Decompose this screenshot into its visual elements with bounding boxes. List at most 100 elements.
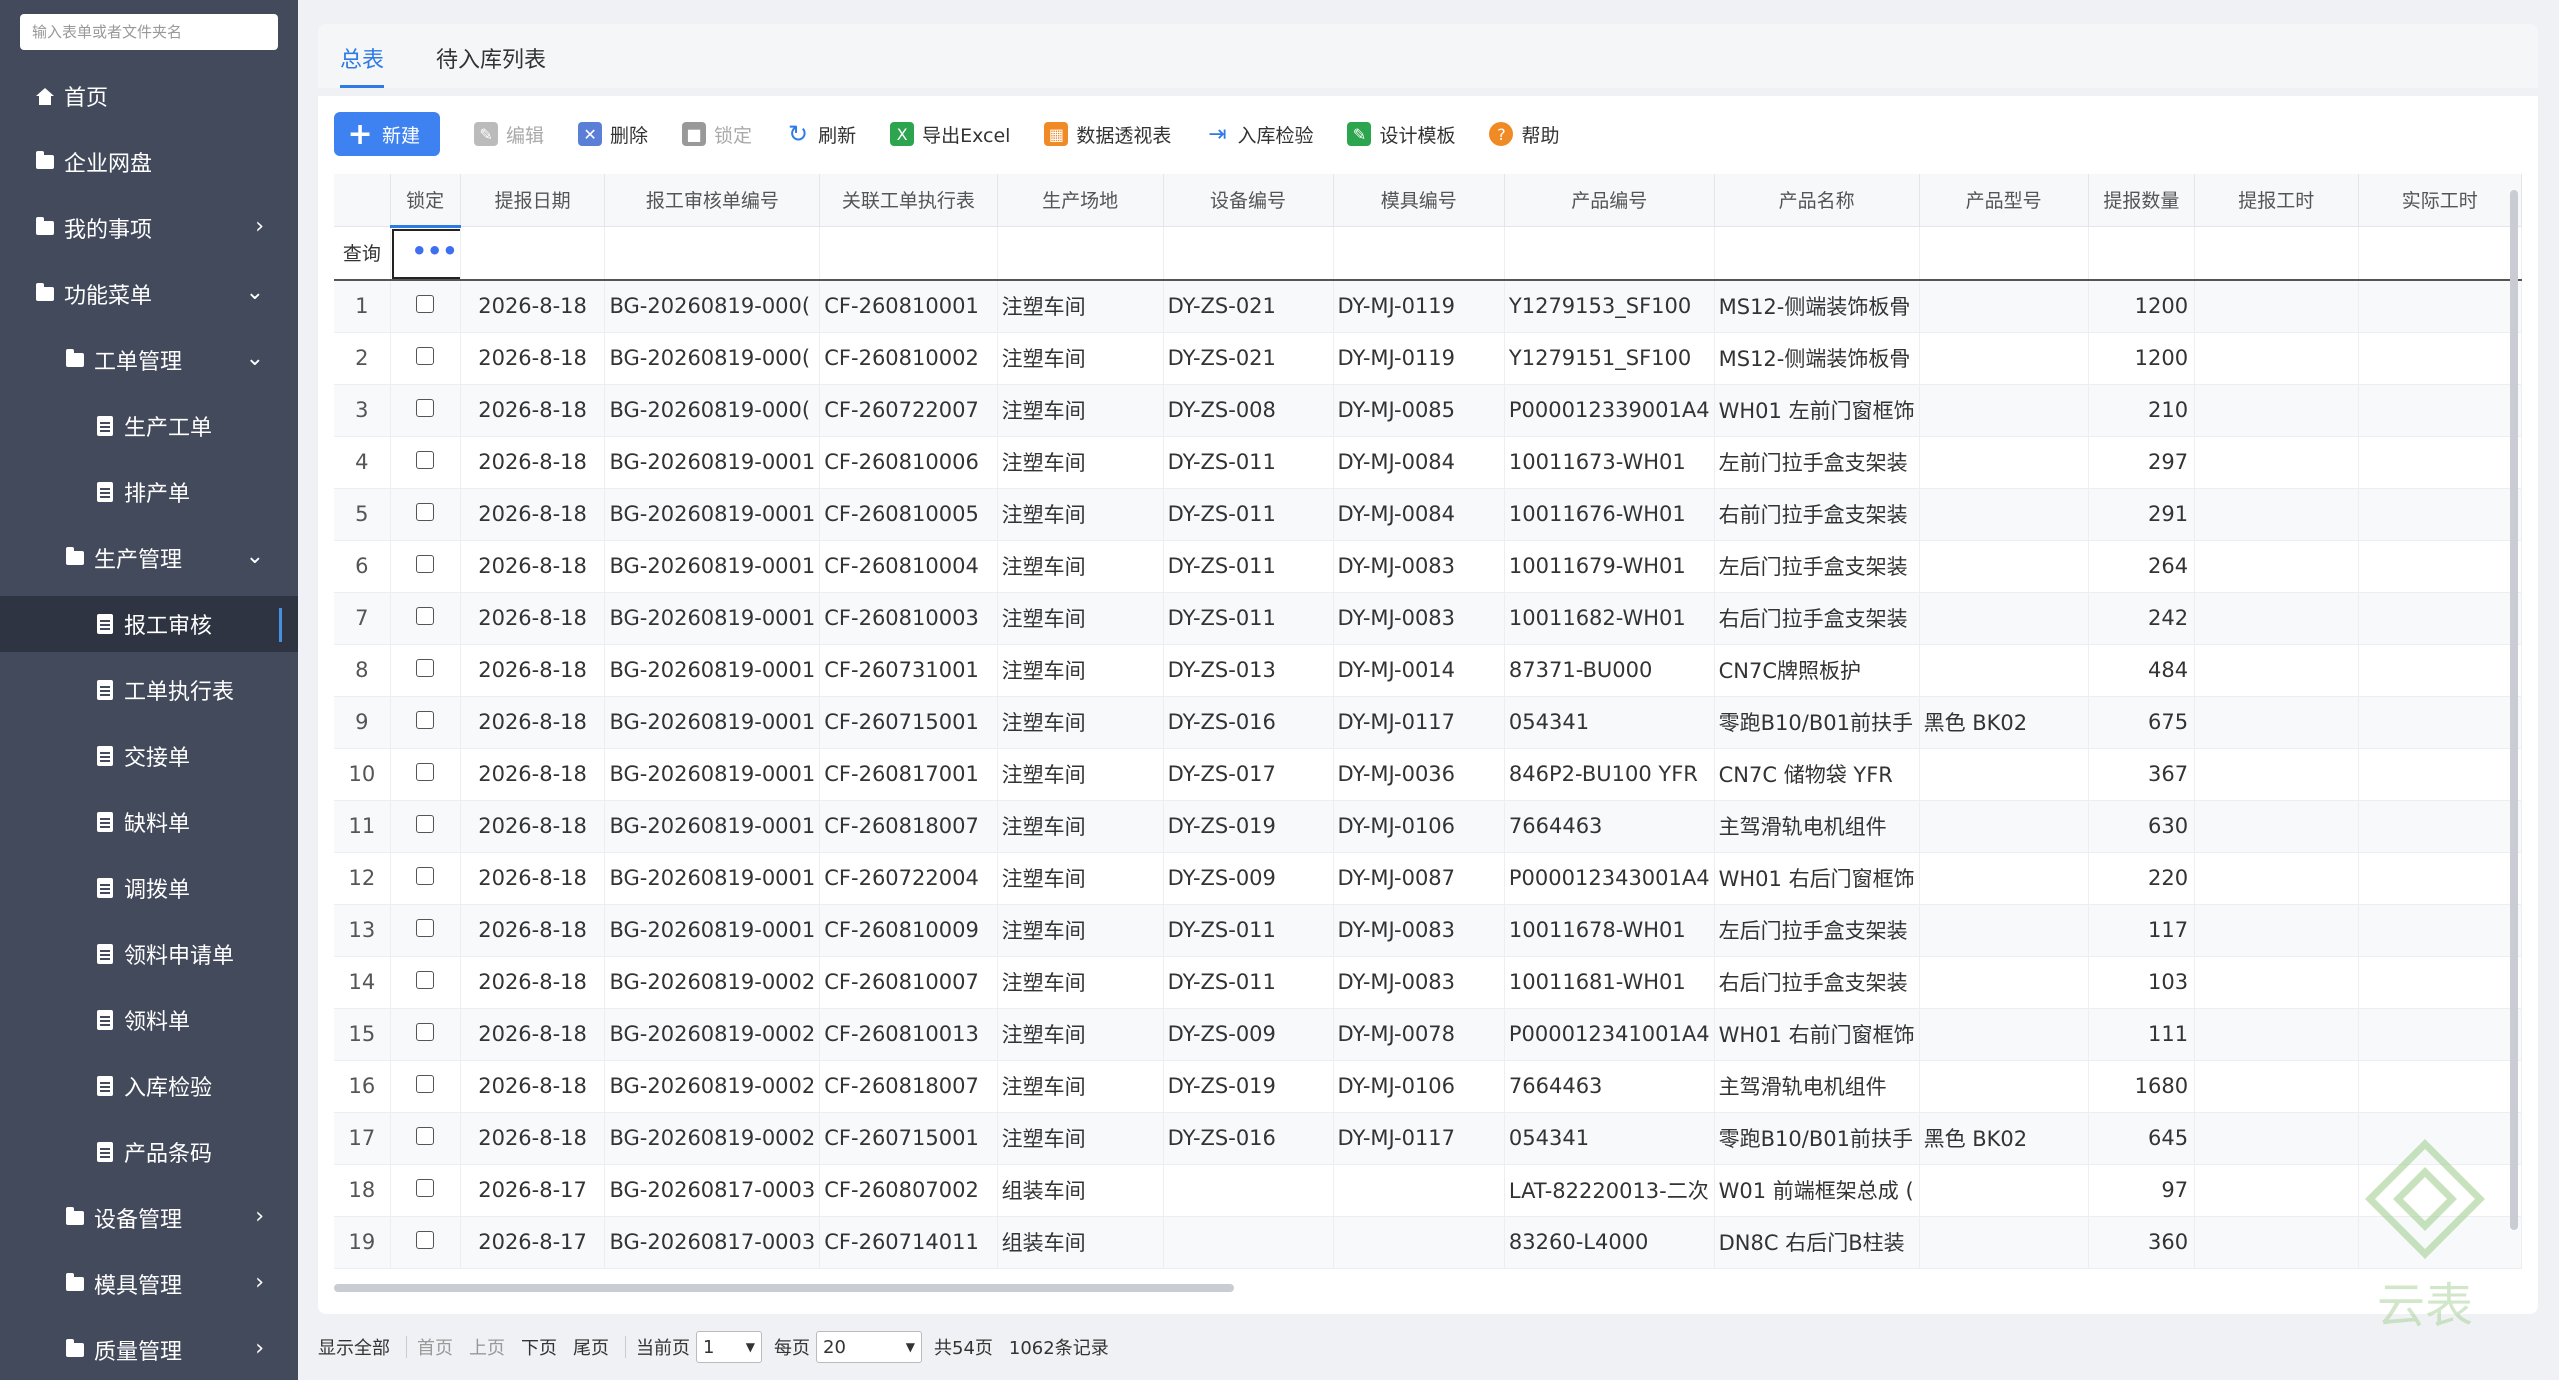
equipment-cell[interactable]: DY-ZS-021 <box>1163 280 1334 333</box>
more-options-button[interactable]: ••• <box>391 228 460 278</box>
product-name-cell[interactable]: W01 前端框架总成 ( <box>1714 1164 1920 1217</box>
quantity-cell[interactable]: 1680 <box>2088 1060 2196 1113</box>
quantity-cell[interactable]: 111 <box>2088 1008 2196 1061</box>
query-cell[interactable] <box>1163 226 1334 281</box>
work-order-cell[interactable]: CF-260817001 <box>819 748 998 801</box>
product-model-cell[interactable] <box>1919 1008 2089 1061</box>
product-name-cell[interactable]: 左前门拉手盒支架装 <box>1714 436 1920 489</box>
tab-summary[interactable]: 总表 <box>340 42 385 88</box>
query-cell[interactable] <box>1919 226 2089 281</box>
delete-button[interactable]: ✕ 删除 <box>578 112 648 156</box>
table-row[interactable]: 9 2026-8-18 BG-20260819-0001 CF-260715001 注塑… <box>334 696 2522 749</box>
reported-hours-cell[interactable] <box>2194 592 2359 645</box>
product-code-cell[interactable]: 846P2-BU100 YFR <box>1504 748 1715 801</box>
product-code-cell[interactable]: P000012339001A4 <box>1504 384 1715 437</box>
lock-cell[interactable] <box>390 488 461 541</box>
lock-cell[interactable] <box>390 540 461 593</box>
reported-hours-cell[interactable] <box>2194 280 2359 333</box>
reported-hours-cell[interactable] <box>2194 800 2359 853</box>
report-number-cell[interactable]: BG-20260819-0001 <box>604 436 821 489</box>
work-order-cell[interactable]: CF-260810009 <box>819 904 998 957</box>
work-order-cell[interactable]: CF-260810001 <box>819 280 998 333</box>
nav-warehouse-inspection[interactable]: 入库检验 <box>0 1058 298 1114</box>
lock-checkbox[interactable] <box>416 503 435 521</box>
product-name-cell[interactable]: 右后门拉手盒支架装 <box>1714 592 1920 645</box>
first-page-button[interactable]: 首页 <box>417 1334 453 1360</box>
lock-checkbox[interactable] <box>416 607 435 625</box>
site-cell[interactable]: 注塑车间 <box>997 488 1164 541</box>
work-order-cell[interactable]: CF-260810006 <box>819 436 998 489</box>
site-cell[interactable]: 注塑车间 <box>997 904 1164 957</box>
work-order-cell[interactable]: CF-260722004 <box>819 852 998 905</box>
tab-pending-warehouse[interactable]: 待入库列表 <box>436 42 546 74</box>
column-header[interactable]: 模具编号 <box>1333 174 1505 227</box>
lock-cell[interactable] <box>390 384 461 437</box>
query-cell[interactable] <box>1714 226 1920 281</box>
report-date-cell[interactable]: 2026-8-18 <box>460 904 606 957</box>
edit-button[interactable]: ✎ 编辑 <box>474 112 544 156</box>
actual-hours-cell[interactable] <box>2358 384 2522 437</box>
product-model-cell[interactable] <box>1919 488 2089 541</box>
reported-hours-cell[interactable] <box>2194 1164 2359 1217</box>
product-code-cell[interactable]: P000012341001A4 <box>1504 1008 1715 1061</box>
sidebar-search-input[interactable]: 输入表单或者文件夹名 <box>20 14 278 50</box>
mold-cell[interactable]: DY-MJ-0106 <box>1333 1060 1505 1113</box>
equipment-cell[interactable]: DY-ZS-021 <box>1163 332 1334 385</box>
query-cell[interactable] <box>2358 226 2522 281</box>
quantity-cell[interactable]: 675 <box>2088 696 2196 749</box>
table-row[interactable]: 8 2026-8-18 BG-20260819-0001 CF-260731001 注塑… <box>334 644 2522 697</box>
column-header[interactable]: 提报工时 <box>2194 174 2359 227</box>
product-name-cell[interactable]: DN8C 右后门B柱装 <box>1714 1216 1920 1269</box>
reported-hours-cell[interactable] <box>2194 332 2359 385</box>
reported-hours-cell[interactable] <box>2194 1112 2359 1165</box>
mold-cell[interactable]: DY-MJ-0119 <box>1333 280 1505 333</box>
report-number-cell[interactable]: BG-20260819-0002 <box>604 1060 821 1113</box>
product-model-cell[interactable] <box>1919 1216 2089 1269</box>
table-row[interactable]: 17 2026-8-18 BG-20260819-0002 CF-260715001 注… <box>334 1112 2522 1165</box>
product-model-cell[interactable]: 黑色 BK02 <box>1919 1112 2089 1165</box>
actual-hours-cell[interactable] <box>2358 696 2522 749</box>
product-name-cell[interactable]: CN7C牌照板护 <box>1714 644 1920 697</box>
report-date-cell[interactable]: 2026-8-17 <box>460 1216 606 1269</box>
mold-cell[interactable]: DY-MJ-0083 <box>1333 540 1505 593</box>
reported-hours-cell[interactable] <box>2194 696 2359 749</box>
column-header[interactable]: 提报数量 <box>2088 174 2196 227</box>
table-row[interactable]: 6 2026-8-18 BG-20260819-0001 CF-260810004 注塑… <box>334 540 2522 593</box>
quantity-cell[interactable]: 1200 <box>2088 332 2196 385</box>
work-order-cell[interactable]: CF-260715001 <box>819 696 998 749</box>
report-date-cell[interactable]: 2026-8-18 <box>460 280 606 333</box>
pivot-table-button[interactable]: ▦ 数据透视表 <box>1044 112 1171 156</box>
report-date-cell[interactable]: 2026-8-18 <box>460 1060 606 1113</box>
lock-checkbox[interactable] <box>416 763 435 781</box>
equipment-cell[interactable]: DY-ZS-011 <box>1163 488 1334 541</box>
table-row[interactable]: 11 2026-8-18 BG-20260819-0001 CF-260818007 注… <box>334 800 2522 853</box>
product-code-cell[interactable]: 10011678-WH01 <box>1504 904 1715 957</box>
next-page-button[interactable]: 下页 <box>521 1334 557 1360</box>
report-number-cell[interactable]: BG-20260819-0002 <box>604 1008 821 1061</box>
lock-checkbox[interactable] <box>416 711 435 729</box>
column-header[interactable]: 实际工时 <box>2358 174 2522 227</box>
quantity-cell[interactable]: 297 <box>2088 436 2196 489</box>
product-code-cell[interactable]: P000012343001A4 <box>1504 852 1715 905</box>
lock-checkbox[interactable] <box>416 1231 435 1249</box>
product-model-cell[interactable] <box>1919 1164 2089 1217</box>
table-row[interactable]: 2 2026-8-18 BG-20260819-000(CF-260810002 注塑… <box>334 332 2522 385</box>
equipment-cell[interactable]: DY-ZS-011 <box>1163 436 1334 489</box>
product-model-cell[interactable] <box>1919 644 2089 697</box>
work-order-cell[interactable]: CF-260818007 <box>819 800 998 853</box>
lock-cell[interactable] <box>390 280 461 333</box>
report-date-cell[interactable]: 2026-8-18 <box>460 748 606 801</box>
lock-checkbox[interactable] <box>416 1023 435 1041</box>
mold-cell[interactable]: DY-MJ-0083 <box>1333 904 1505 957</box>
product-model-cell[interactable] <box>1919 904 2089 957</box>
report-number-cell[interactable]: BG-20260819-0001 <box>604 644 821 697</box>
report-number-cell[interactable]: BG-20260819-0001 <box>604 540 821 593</box>
equipment-cell[interactable]: DY-ZS-011 <box>1163 956 1334 1009</box>
site-cell[interactable]: 注塑车间 <box>997 800 1164 853</box>
report-date-cell[interactable]: 2026-8-18 <box>460 540 606 593</box>
lock-checkbox[interactable] <box>416 919 435 937</box>
product-code-cell[interactable]: 87371-BU000 <box>1504 644 1715 697</box>
work-order-cell[interactable]: CF-260810002 <box>819 332 998 385</box>
nav-production-order[interactable]: 生产工单 <box>0 398 298 454</box>
quantity-cell[interactable]: 645 <box>2088 1112 2196 1165</box>
